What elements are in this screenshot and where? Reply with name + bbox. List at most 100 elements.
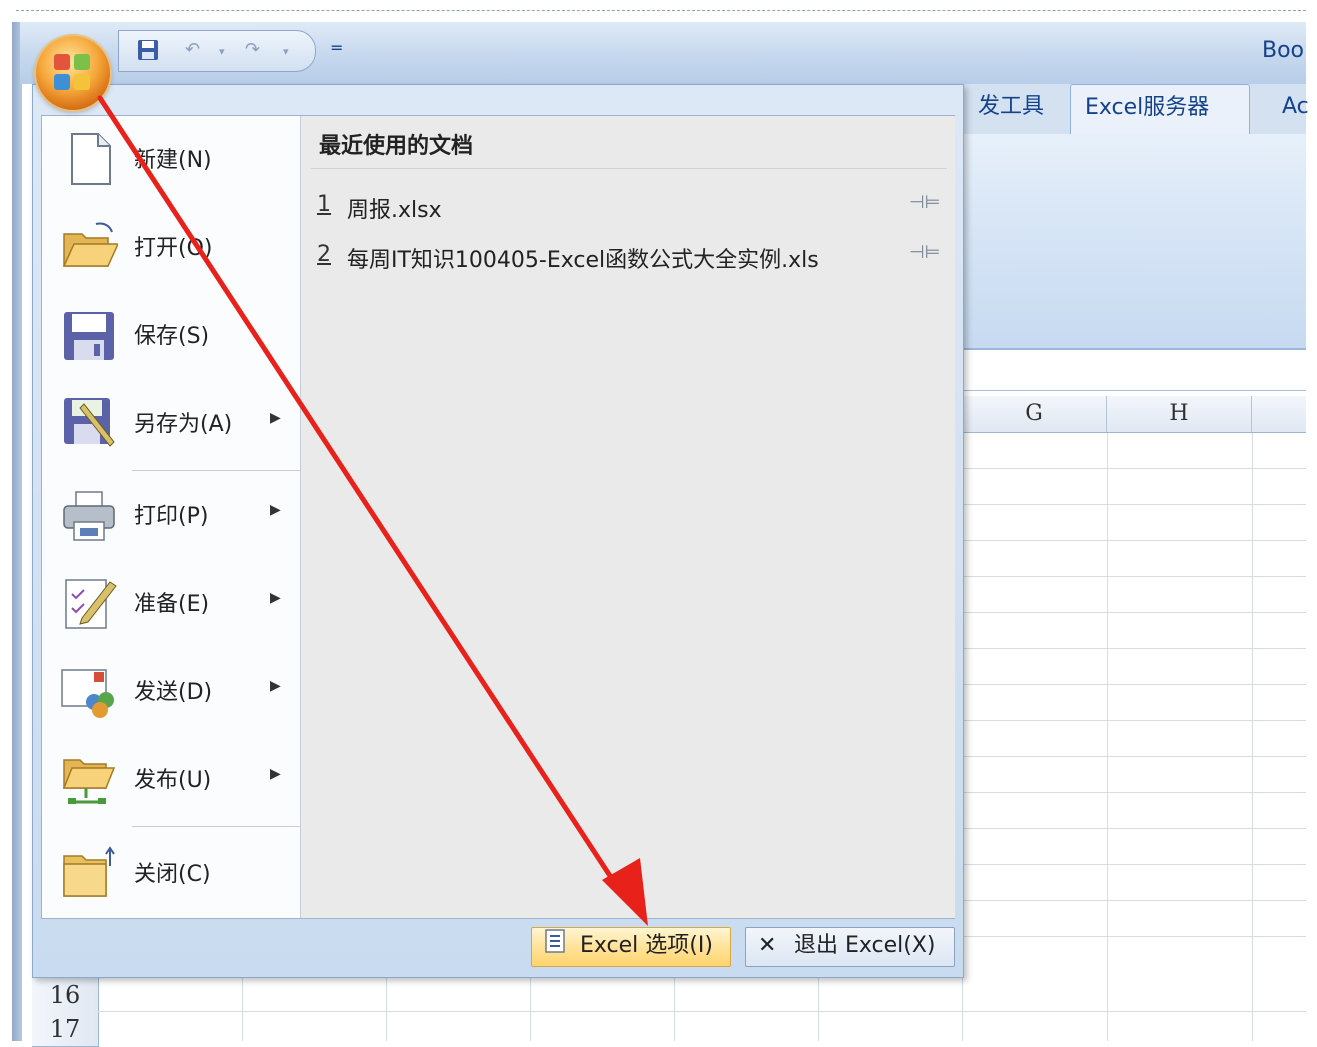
menu-item-label: 准备(E) <box>134 592 210 617</box>
grid-line <box>1252 976 1253 1041</box>
options-icon <box>544 928 566 966</box>
excel-options-label: Excel 选项(I) <box>580 933 713 958</box>
close-icon: ✕ <box>758 933 777 958</box>
menu-divider <box>132 826 300 827</box>
prepare-icon <box>60 574 118 632</box>
chevron-down-icon[interactable]: ▾ <box>283 45 289 58</box>
window-frame-left <box>12 22 22 1041</box>
pin-icon[interactable]: ⊣⊨ <box>909 192 940 213</box>
menu-item-prepare[interactable]: 准备(E) ▶ <box>42 560 300 646</box>
recent-file-item[interactable]: 1 周报.xlsx ⊣⊨ <box>317 186 947 226</box>
menu-item-label: 打印(P) <box>134 504 209 529</box>
recent-divider <box>311 168 947 169</box>
chevron-down-icon[interactable]: ▾ <box>219 45 225 58</box>
column-header-g[interactable]: G <box>962 396 1107 432</box>
redo-icon[interactable]: ↷ <box>245 39 260 60</box>
menu-item-send[interactable]: 发送(D) ▶ <box>42 648 300 734</box>
grid-line <box>530 976 531 1041</box>
send-icon <box>60 662 118 720</box>
office-button[interactable] <box>36 36 110 110</box>
menu-item-publish[interactable]: 发布(U) ▶ <box>42 736 300 822</box>
recent-file-name: 周报.xlsx <box>347 198 442 223</box>
menu-item-new[interactable]: 新建(N) <box>42 116 300 202</box>
recent-file-item[interactable]: 2 每周IT知识100405-Excel函数公式大全实例.xls ⊣⊨ <box>317 236 947 276</box>
submenu-arrow-icon: ▶ <box>270 590 281 606</box>
menu-item-save[interactable]: 保存(S) <box>42 292 300 378</box>
office-logo-icon <box>54 54 92 92</box>
office-menu-body: 新建(N) 打开(O) 保存(S) 另存为(A) ▶ 打印(P) ▶ 准备(E)… <box>41 115 955 919</box>
row-header-16[interactable]: 16 <box>32 978 99 1013</box>
menu-item-label: 发布(U) <box>134 768 212 793</box>
excel-options-button[interactable]: Excel 选项(I) <box>531 927 731 967</box>
column-header-h[interactable]: H <box>1107 396 1252 432</box>
grid-line <box>674 976 675 1041</box>
recent-documents-pane: 最近使用的文档 1 周报.xlsx ⊣⊨ 2 每周IT知识100405-Exce… <box>300 116 955 918</box>
recent-documents-title: 最近使用的文档 <box>319 134 474 159</box>
grid-line <box>962 540 1306 541</box>
grid-line <box>962 936 1306 937</box>
grid-line <box>962 828 1306 829</box>
ribbon-body <box>962 134 1306 350</box>
submenu-arrow-icon: ▶ <box>270 766 281 782</box>
grid-line <box>962 864 1306 865</box>
tab-developer[interactable]: 发工具 <box>964 84 1058 134</box>
formula-bar[interactable] <box>962 350 1306 391</box>
pin-icon[interactable]: ⊣⊨ <box>909 242 940 263</box>
column-header-row: G H <box>962 396 1306 433</box>
grid-line <box>1252 432 1253 1041</box>
close-folder-icon <box>60 844 118 902</box>
submenu-arrow-icon: ▶ <box>270 410 281 426</box>
recent-file-number: 1 <box>317 192 331 217</box>
worksheet-grid[interactable] <box>962 396 1306 1041</box>
grid-line <box>386 976 387 1041</box>
grid-line <box>1107 976 1108 1041</box>
menu-item-label: 保存(S) <box>134 324 210 349</box>
grid-line <box>962 648 1306 649</box>
publish-icon <box>60 750 118 808</box>
worksheet-rows[interactable]: 16 17 <box>32 976 1306 1047</box>
grid-line <box>962 900 1306 901</box>
new-document-icon <box>60 130 118 188</box>
office-menu: 新建(N) 打开(O) 保存(S) 另存为(A) ▶ 打印(P) ▶ 准备(E)… <box>32 84 964 978</box>
quick-access-toolbar: ↶ ▾ ↷ ▾ <box>118 30 316 72</box>
grid-line <box>962 576 1306 577</box>
open-folder-icon <box>60 218 120 276</box>
menu-item-print[interactable]: 打印(P) ▶ <box>42 472 300 558</box>
grid-line <box>962 976 963 1041</box>
submenu-arrow-icon: ▶ <box>270 678 281 694</box>
recent-file-name: 每周IT知识100405-Excel函数公式大全实例.xls <box>347 248 819 273</box>
undo-icon[interactable]: ↶ <box>185 39 200 60</box>
menu-item-open[interactable]: 打开(O) <box>42 204 300 290</box>
menu-item-label: 新建(N) <box>134 148 212 173</box>
recent-file-number: 2 <box>317 242 331 267</box>
menu-item-label: 发送(D) <box>134 680 213 705</box>
menu-item-label: 另存为(A) <box>134 412 233 437</box>
save-icon <box>60 306 118 364</box>
grid-line <box>962 612 1306 613</box>
menu-item-label: 打开(O) <box>134 236 213 261</box>
menu-item-label: 关闭(C) <box>134 862 211 887</box>
save-icon[interactable] <box>137 39 159 66</box>
save-as-icon <box>60 394 118 452</box>
grid-line <box>962 756 1306 757</box>
row-header-17[interactable]: 17 <box>32 1012 99 1047</box>
grid-line <box>962 720 1306 721</box>
grid-line <box>962 792 1306 793</box>
customize-qat-button[interactable]: = <box>330 38 343 57</box>
submenu-arrow-icon: ▶ <box>270 502 281 518</box>
grid-line <box>962 468 1306 469</box>
printer-icon <box>60 486 118 544</box>
menu-item-close[interactable]: 关闭(C) <box>42 830 300 916</box>
tab-excel-server[interactable]: Excel服务器 <box>1070 84 1250 135</box>
menu-divider <box>132 470 300 471</box>
ribbon-tab-strip: 发工具 Excel服务器 Ac <box>962 84 1309 135</box>
menu-item-save-as[interactable]: 另存为(A) ▶ <box>42 380 300 466</box>
grid-line <box>242 976 243 1041</box>
exit-excel-label: 退出 Excel(X) <box>794 933 936 958</box>
window-title: Boo <box>1262 38 1305 63</box>
exit-excel-button[interactable]: ✕ 退出 Excel(X) <box>745 927 955 967</box>
grid-line <box>98 1011 1306 1012</box>
tab-addins[interactable]: Ac <box>1268 84 1317 134</box>
office-menu-commands: 新建(N) 打开(O) 保存(S) 另存为(A) ▶ 打印(P) ▶ 准备(E)… <box>42 116 300 918</box>
grid-line <box>962 504 1306 505</box>
